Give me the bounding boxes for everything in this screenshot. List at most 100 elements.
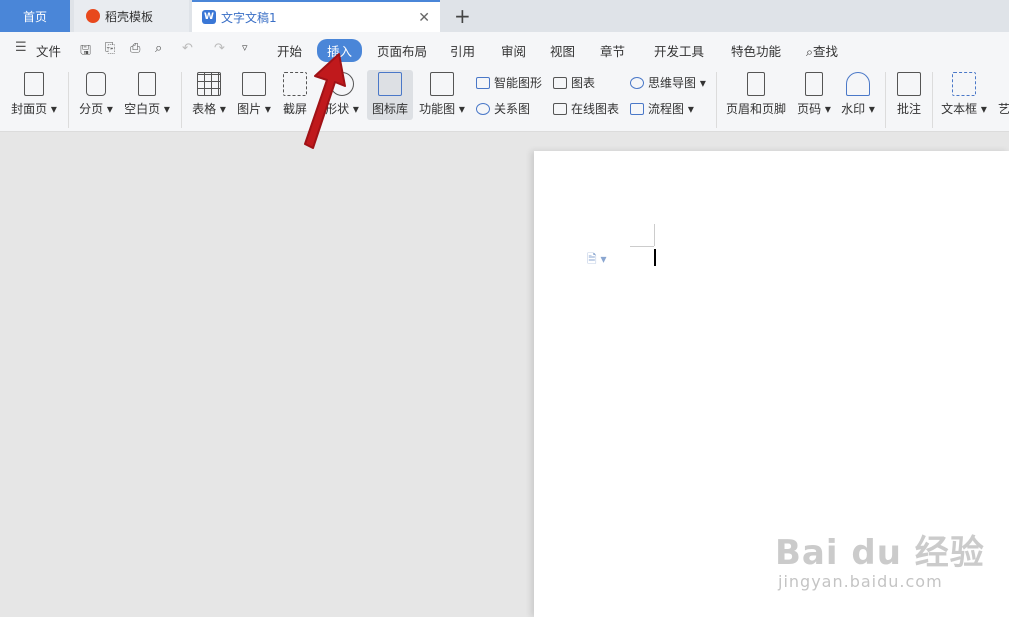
baidu-jingyan-watermark-logo: Bai du 经验 — [775, 533, 985, 573]
menu-bar: ☰ 文件 🖫 ⎘ ⎙ ⌕ ↶ ↷ ▿ 开始 插入 页面布局 引用 审阅 视图 章… — [0, 32, 1009, 66]
menu-page-layout[interactable]: 页面布局 — [377, 41, 427, 60]
baidu-jingyan-watermark-url: jingyan.baidu.com — [778, 572, 943, 591]
cover-page-label: 封面页 — [11, 102, 48, 116]
header-footer-button[interactable]: 页眉和页脚 — [724, 72, 788, 117]
watermark-label: 水印 — [841, 102, 866, 116]
save-icon[interactable]: 🖫 — [80, 41, 91, 63]
print-icon[interactable]: ⎙ — [130, 41, 140, 56]
function-chart-icon — [430, 72, 454, 96]
menu-search-label: 查找 — [813, 44, 839, 59]
icon-library-icon — [378, 72, 402, 96]
art-text-button[interactable]: 艺 — [997, 72, 1009, 117]
function-chart-label: 功能图 — [419, 102, 456, 116]
page-break-label: 分页 — [79, 102, 104, 116]
red-arrow-annotation — [304, 53, 346, 149]
blank-page-label: 空白页 — [124, 102, 161, 116]
watermark-icon — [846, 72, 870, 96]
quick-access-more-icon[interactable]: ▿ — [242, 41, 248, 54]
search-icon: ⌕ — [806, 44, 814, 59]
textbox-icon — [952, 72, 976, 96]
art-text-label: 艺 — [997, 102, 1009, 116]
textbox-label: 文本框 — [941, 102, 978, 116]
cover-page-icon — [24, 72, 44, 96]
hamburger-icon[interactable]: ☰ — [15, 40, 27, 55]
relation-chart-icon — [476, 102, 490, 115]
smartart-button[interactable]: 智能图形 — [476, 74, 542, 91]
table-button[interactable]: 表格 ▾ — [190, 72, 228, 117]
chart-label: 图表 — [571, 76, 596, 90]
menu-section[interactable]: 章节 — [600, 41, 625, 60]
print-preview-icon[interactable]: ⌕ — [155, 41, 162, 56]
blank-page-button[interactable]: 空白页 ▾ — [123, 72, 171, 117]
picture-button[interactable]: 图片 ▾ — [235, 72, 273, 117]
flowchart-icon — [630, 102, 644, 115]
tab-home[interactable]: 首页 — [0, 0, 70, 32]
blank-page-icon — [138, 72, 156, 96]
watermark-button[interactable]: 水印 ▾ — [840, 72, 876, 117]
menu-developer-tools[interactable]: 开发工具 — [654, 41, 704, 60]
smartart-icon — [476, 76, 490, 89]
smartart-label: 智能图形 — [494, 76, 543, 90]
online-chart-button[interactable]: 在线图表 — [553, 100, 619, 117]
cover-page-button[interactable]: 封面页 ▾ — [10, 72, 58, 117]
picture-icon — [242, 72, 266, 96]
menu-file[interactable]: 文件 — [36, 41, 61, 60]
picture-label: 图片 — [237, 102, 262, 116]
paragraph-handle-icon[interactable]: 🗎 ▾ — [587, 250, 607, 271]
mind-map-icon — [630, 76, 644, 89]
redo-icon[interactable]: ↷ — [214, 41, 225, 56]
table-label: 表格 — [192, 102, 217, 116]
mind-map-label: 思维导图 — [648, 76, 697, 90]
text-cursor — [654, 249, 656, 266]
insert-ribbon: 封面页 ▾ 分页 ▾ 空白页 ▾ 表格 ▾ 图片 ▾ 截屏 形状 ▾ 图标库 功… — [0, 66, 1009, 132]
table-icon — [197, 72, 221, 96]
tab-document[interactable]: W 文字文稿1 ✕ — [192, 0, 440, 32]
format-painter-icon[interactable]: ⎘ — [105, 41, 115, 56]
page-number-button[interactable]: 页码 ▾ — [795, 72, 833, 117]
page-number-icon — [805, 72, 823, 96]
comment-icon — [897, 72, 921, 96]
divider — [68, 72, 69, 128]
margin-corner-mark — [630, 246, 654, 247]
flowchart-button[interactable]: 流程图 ▾ — [630, 100, 694, 117]
writer-doc-icon: W — [202, 10, 216, 24]
relation-chart-label: 关系图 — [494, 102, 531, 116]
art-text-icon — [997, 72, 1009, 96]
function-chart-button[interactable]: 功能图 ▾ — [418, 72, 466, 117]
comment-button[interactable]: 批注 — [893, 72, 925, 117]
tab-daoke-label: 稻壳模板 — [105, 9, 154, 24]
daoke-logo-icon — [86, 9, 100, 23]
close-icon[interactable]: ✕ — [418, 10, 430, 26]
undo-icon[interactable]: ↶ — [182, 41, 193, 56]
tab-daoke-templates[interactable]: 稻壳模板 — [74, 0, 189, 32]
menu-review[interactable]: 审阅 — [501, 41, 526, 60]
icon-library-label: 图标库 — [371, 102, 408, 116]
icon-library-button[interactable]: 图标库 — [367, 70, 413, 120]
tab-document-label: 文字文稿1 — [221, 10, 277, 25]
textbox-button[interactable]: 文本框 ▾ — [940, 72, 988, 117]
header-footer-label: 页眉和页脚 — [725, 102, 786, 116]
online-chart-label: 在线图表 — [571, 102, 620, 116]
menu-special-features[interactable]: 特色功能 — [731, 41, 781, 60]
title-tab-bar: 首页 稻壳模板 W 文字文稿1 ✕ + — [0, 0, 1009, 32]
divider — [181, 72, 182, 128]
chart-button[interactable]: 图表 — [553, 74, 595, 91]
page-number-label: 页码 — [797, 102, 822, 116]
divider — [716, 72, 717, 128]
mind-map-button[interactable]: 思维导图 ▾ — [630, 74, 706, 91]
new-tab-plus-icon[interactable]: + — [454, 4, 471, 28]
menu-view[interactable]: 视图 — [550, 41, 575, 60]
page-break-icon — [86, 72, 106, 96]
margin-corner-mark — [654, 224, 655, 246]
menu-search[interactable]: ⌕查找 — [806, 41, 838, 60]
menu-references[interactable]: 引用 — [450, 41, 475, 60]
online-chart-icon — [553, 102, 567, 115]
flowchart-label: 流程图 — [648, 102, 685, 116]
chart-icon — [553, 76, 567, 89]
tab-home-label: 首页 — [22, 9, 47, 24]
divider — [885, 72, 886, 128]
comment-label: 批注 — [896, 102, 921, 116]
divider — [932, 72, 933, 128]
page-break-button[interactable]: 分页 ▾ — [78, 72, 114, 117]
relation-chart-button[interactable]: 关系图 — [476, 100, 530, 117]
